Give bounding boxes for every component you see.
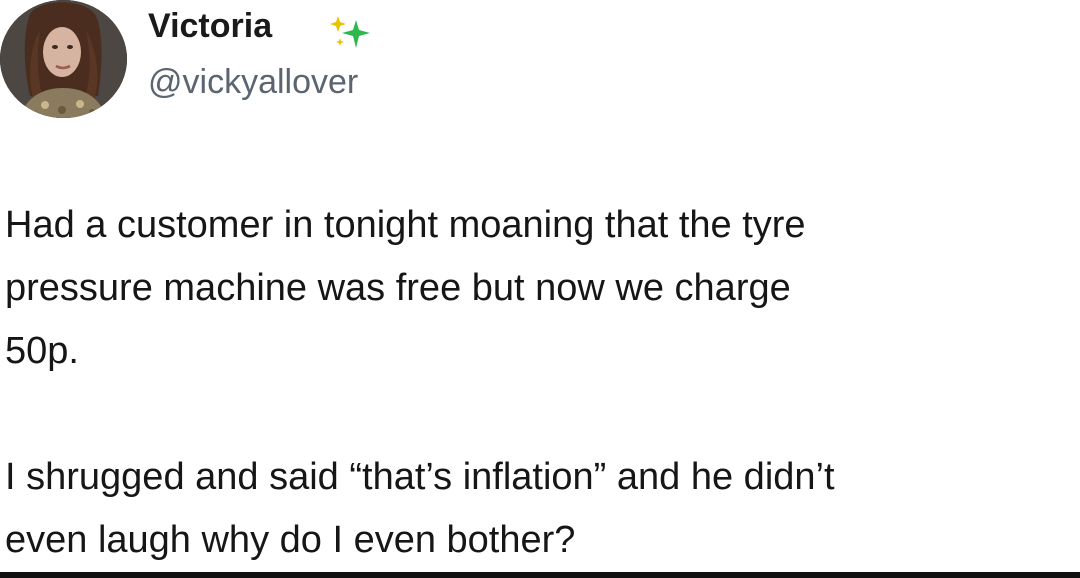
avatar-image [0,0,127,118]
paragraph-1: Had a customer in tonight moaning that t… [5,194,1080,383]
text-line: 50p. [5,330,79,372]
avatar[interactable] [0,0,127,118]
display-name[interactable]: Victoria [148,6,272,46]
text-line: even laugh why do I even bother? [5,519,576,561]
text-line: I shrugged and said “that’s inflation” a… [5,456,835,498]
bottom-edge [0,572,1080,578]
tweet-screenshot: Victoria @vickyallover Had a customer in… [0,0,1080,578]
text-line: pressure machine was free but now we cha… [5,267,791,309]
paragraph-2: I shrugged and said “that’s inflation” a… [5,446,1080,572]
text-line: Had a customer in tonight moaning that t… [5,204,806,246]
sparkle-icon [330,16,370,48]
tweet-text: Had a customer in tonight moaning that t… [5,194,1080,572]
author-handle[interactable]: @vickyallover [148,62,358,102]
